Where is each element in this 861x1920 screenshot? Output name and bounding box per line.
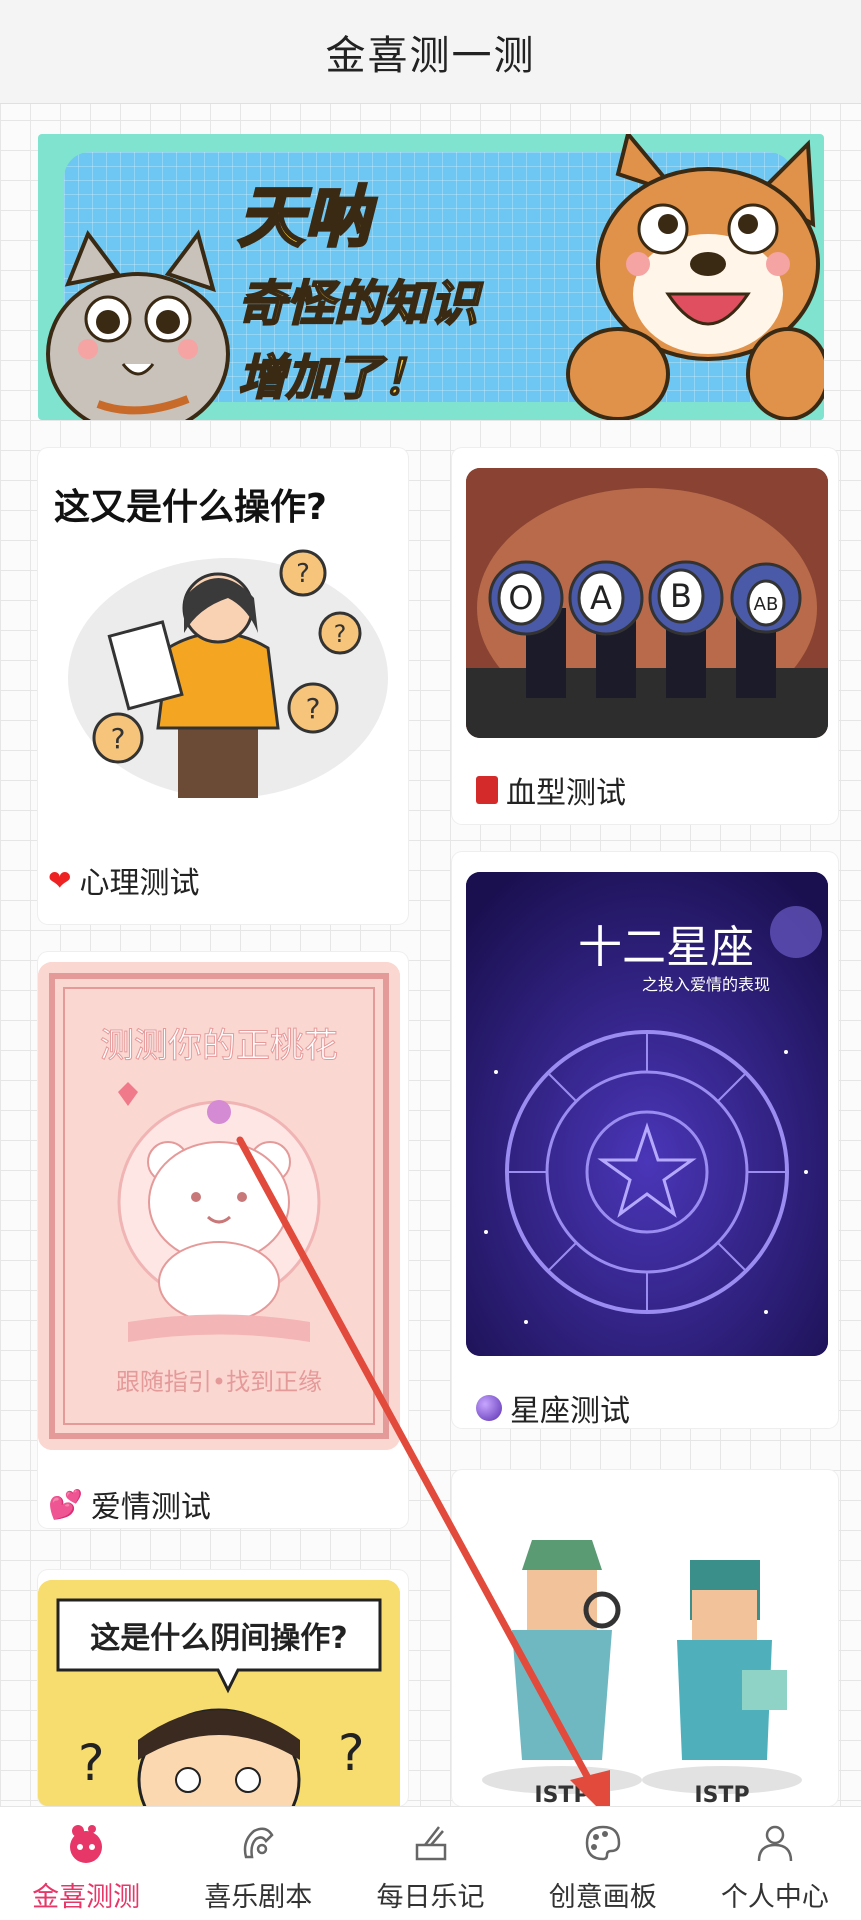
psych-label: ❤ 心理测试: [48, 858, 199, 902]
card-blood-test[interactable]: O A B AB 血型测试: [452, 448, 838, 824]
tab-label-creative-board: 创意画板: [548, 1882, 657, 1913]
card-love-test[interactable]: 测测你的正桃花 跟随指引•找到正缘 💕 爱情测试: [38, 952, 408, 1528]
psych-heading: 这又是什么操作?: [54, 487, 327, 528]
psych-illustration: ? ? ? ?: [68, 549, 388, 798]
red-book-icon: [476, 776, 498, 804]
blood-image: O A B AB: [466, 468, 828, 738]
ball-a: A: [590, 579, 612, 617]
svg-text:?: ?: [111, 722, 126, 755]
promo-banner[interactable]: 天呐 奇怪的知识 增加了！: [38, 134, 824, 420]
yin-image: 这是什么阴间操作? ? ?: [38, 1580, 400, 1806]
blood-label-text: 血型测试: [506, 776, 626, 811]
zodiac-headline: 十二星座: [578, 922, 754, 973]
zodiac-sub: 之投入爱情的表现: [642, 975, 770, 994]
zodiac-label-text: 星座测试: [510, 1394, 630, 1429]
script-icon: [244, 1827, 274, 1859]
tab-jinxi-test[interactable]: 金喜测测: [0, 1807, 172, 1920]
page-title: 金喜测一测: [0, 0, 861, 104]
svg-text:?: ?: [338, 1724, 365, 1782]
journal-icon: [415, 1826, 446, 1861]
tab-creative-board[interactable]: 创意画板: [517, 1807, 689, 1920]
yin-illustration: 这是什么阴间操作? ? ?: [38, 1580, 400, 1806]
test-icon: [70, 1825, 103, 1863]
psych-label-text: 心理测试: [79, 866, 200, 901]
card-yin-test[interactable]: 这是什么阴间操作? ? ?: [38, 1570, 408, 1806]
mbti-text-2: ISTP: [694, 1783, 749, 1806]
tab-daily-journal[interactable]: 每日乐记: [344, 1807, 516, 1920]
zodiac-illustration: 十二星座 之投入爱情的表现: [466, 872, 828, 1356]
tab-profile[interactable]: 个人中心: [689, 1807, 861, 1920]
tab-label-daily-journal: 每日乐记: [376, 1882, 485, 1913]
banner-line-3: 增加了！: [237, 349, 431, 407]
tab-label-jinxi-test: 金喜测测: [32, 1882, 141, 1913]
tab-label-xile-script: 喜乐剧本: [204, 1882, 313, 1913]
tab-label-profile: 个人中心: [720, 1882, 829, 1913]
love-headline: 测测你的正桃花: [100, 1026, 338, 1066]
svg-text:?: ?: [334, 620, 347, 648]
cat-illustration: [46, 229, 230, 420]
zodiac-label: 星座测试: [476, 1386, 630, 1430]
svg-text:?: ?: [306, 692, 321, 725]
dog-illustration: [566, 134, 824, 420]
zodiac-image: 十二星座 之投入爱情的表现: [466, 872, 828, 1356]
crystal-ball-icon: [476, 1395, 502, 1421]
ball-ab: AB: [754, 594, 779, 615]
person-icon: [757, 1825, 793, 1862]
blood-illustration: O A B AB: [466, 468, 828, 738]
card-mbti-test[interactable]: ISTP ISTP: [452, 1470, 838, 1806]
mbti-illustration: ISTP ISTP: [482, 1540, 802, 1806]
palette-icon: [585, 1825, 620, 1861]
two-hearts-icon: 💕: [48, 1487, 83, 1521]
bottom-tab-bar: 金喜测测 喜乐剧本 每日乐记 创意画板 个人中心: [0, 1806, 861, 1920]
love-label: 💕 爱情测试: [48, 1482, 211, 1526]
yin-headline: 这是什么阴间操作?: [90, 1621, 347, 1656]
banner-text: 天呐 奇怪的知识 增加了！: [236, 164, 479, 408]
heart-icon: ❤: [48, 863, 72, 897]
tab-xile-script[interactable]: 喜乐剧本: [172, 1807, 344, 1920]
love-footer: 跟随指引•找到正缘: [116, 1368, 322, 1396]
ball-o: O: [508, 579, 533, 617]
ball-b: B: [670, 577, 692, 615]
card-psych-test[interactable]: 这又是什么操作? ? ? ? ? ❤ 心理测试: [38, 448, 408, 924]
svg-text:?: ?: [296, 559, 310, 589]
love-image: 测测你的正桃花 跟随指引•找到正缘: [38, 962, 400, 1450]
page-title-text: 金喜测一测: [325, 32, 536, 79]
mbti-text-1: ISTP: [534, 1783, 589, 1806]
banner-line-2: 奇怪的知识: [237, 275, 479, 333]
svg-text:?: ?: [78, 1734, 105, 1792]
love-label-text: 爱情测试: [90, 1490, 211, 1525]
card-zodiac-test[interactable]: 十二星座 之投入爱情的表现 星座测试: [452, 852, 838, 1430]
blood-label: 血型测试: [476, 768, 626, 812]
banner-line-1: 天呐: [236, 178, 371, 258]
love-illustration: 测测你的正桃花 跟随指引•找到正缘: [38, 962, 400, 1450]
